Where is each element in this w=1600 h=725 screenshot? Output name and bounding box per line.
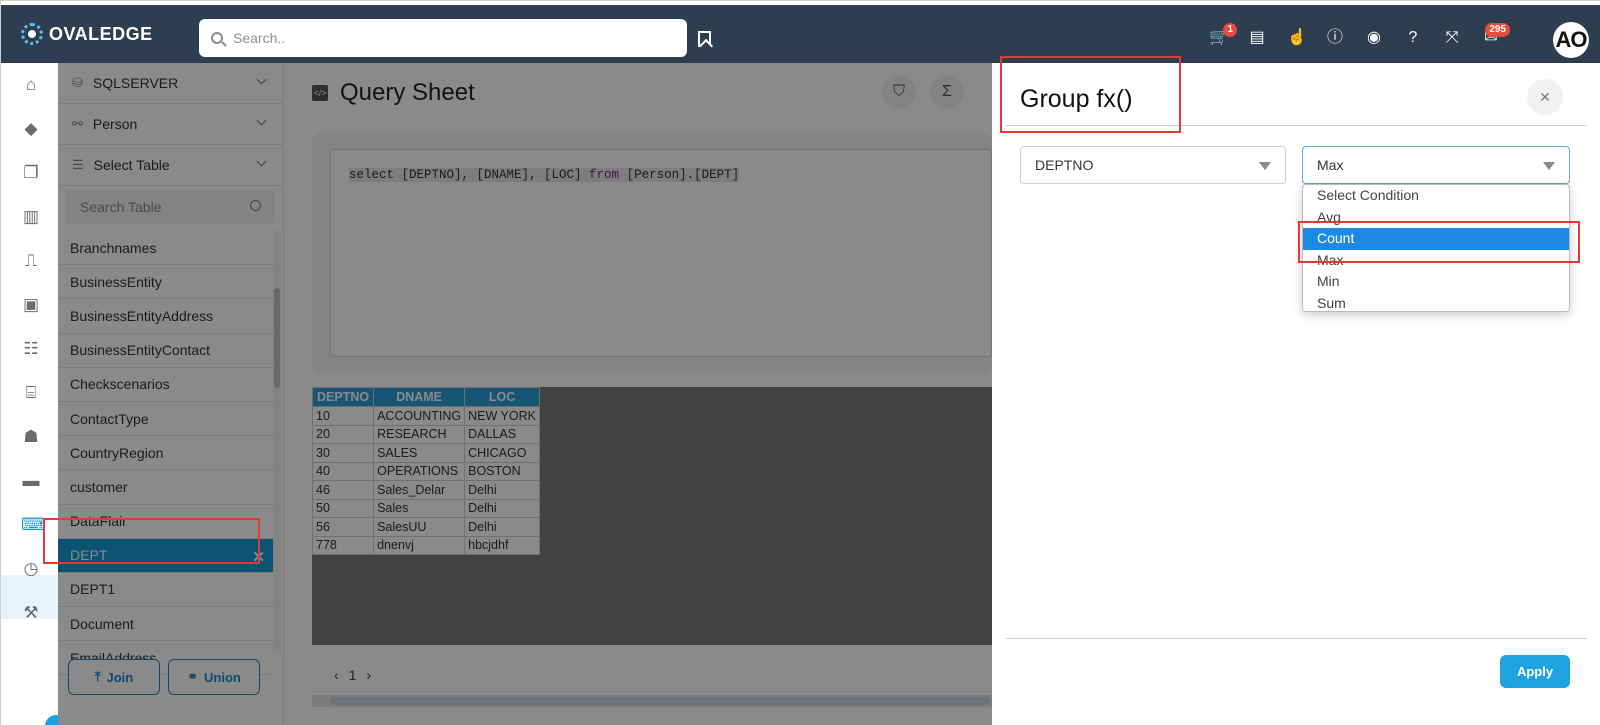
logo-mark-icon — [21, 23, 43, 45]
hand-icon[interactable]: ☝ — [1287, 29, 1307, 47]
bookmark-icon[interactable] — [698, 31, 711, 47]
aggregate-function-select[interactable]: Max — [1302, 146, 1570, 184]
help-icon[interactable]: ? — [1404, 29, 1422, 47]
left-icon-rail: ⌂ ◆ ❐ ▥ ⎍ ▣ ☷ ⌸ ☗ ▬ ⌨ ◷ ⚒ → — [1, 63, 67, 725]
cart-badge: 1 — [1223, 23, 1237, 37]
option-select-condition[interactable]: Select Condition — [1303, 185, 1569, 207]
apply-button[interactable]: Apply — [1500, 655, 1570, 688]
annotation-box-count — [1298, 221, 1580, 263]
checklist-icon[interactable]: ☷ — [21, 339, 41, 359]
option-sum[interactable]: Sum — [1303, 293, 1569, 312]
folder-icon[interactable]: ▬ — [21, 471, 41, 491]
global-search-box[interactable] — [199, 19, 687, 57]
query-sheet-icon[interactable]: ⌨ — [21, 515, 46, 535]
stopwatch-icon[interactable]: ◷ — [21, 559, 41, 579]
open-book-icon[interactable]: ⎍ — [21, 251, 41, 271]
close-icon[interactable]: ✕ — [1527, 79, 1563, 115]
mail-badge: 295 — [1485, 23, 1510, 37]
clipboard-icon[interactable]: ▤ — [1248, 29, 1266, 47]
header-icon-group: 🛒 1 ▤ ☝ ⓘ ◉ ? ⤧ ✉ 295 — [1209, 23, 1510, 47]
top-navigation-bar: OVALEDGE 🛒1 ▤ ☝ ⓘ ◉ ? ⤧ ✉295 AO — [1, 5, 1600, 63]
info-icon[interactable]: ⓘ — [1326, 29, 1344, 47]
app-window: OVALEDGE 🛒1 ▤ ☝ ⓘ ◉ ? ⤧ ✉295 AO ⌂ ◆ ❐ ▥ … — [0, 0, 1600, 725]
option-min[interactable]: Min — [1303, 271, 1569, 293]
documents-icon[interactable]: ❐ — [21, 163, 41, 183]
tag-icon[interactable]: ◆ — [21, 119, 41, 139]
group-fx-drawer: Group fx() ✕ DEPTNO Max Select Condition… — [992, 63, 1600, 725]
mail-icon[interactable]: ✉ 295 — [1482, 23, 1510, 47]
annotation-box-title — [1000, 56, 1181, 133]
annotation-box-dept — [43, 518, 260, 564]
chrome-icon[interactable]: ◉ — [1365, 29, 1383, 47]
search-icon — [211, 32, 223, 44]
book-icon[interactable]: ▥ — [21, 207, 41, 227]
contact-card-icon[interactable]: ☗ — [21, 427, 41, 447]
modal-backdrop[interactable] — [58, 63, 992, 725]
bank-icon[interactable]: ⌸ — [21, 383, 41, 403]
group-column-select[interactable]: DEPTNO — [1020, 146, 1286, 184]
ovaledge-logo[interactable]: OVALEDGE — [21, 23, 153, 45]
global-search-input[interactable] — [233, 30, 653, 46]
caret-down-icon — [1259, 162, 1271, 170]
report-icon[interactable]: ▣ — [21, 295, 41, 315]
caret-down-icon — [1543, 162, 1555, 170]
tools-icon[interactable]: ⚒ — [21, 603, 41, 623]
cart-icon[interactable]: 🛒 1 — [1209, 23, 1237, 47]
logo-text: OVALEDGE — [49, 23, 153, 44]
user-avatar[interactable]: AO — [1553, 22, 1589, 58]
divider — [1006, 638, 1587, 639]
home-icon[interactable]: ⌂ — [21, 75, 41, 95]
expand-icon[interactable]: ⤧ — [1443, 29, 1461, 47]
